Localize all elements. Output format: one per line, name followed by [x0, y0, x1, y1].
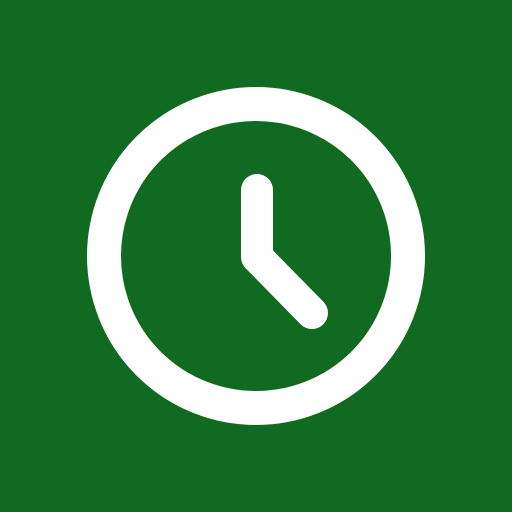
clock-hands	[241, 174, 328, 329]
clock-icon	[87, 87, 425, 425]
app-icon-tile	[0, 0, 512, 512]
